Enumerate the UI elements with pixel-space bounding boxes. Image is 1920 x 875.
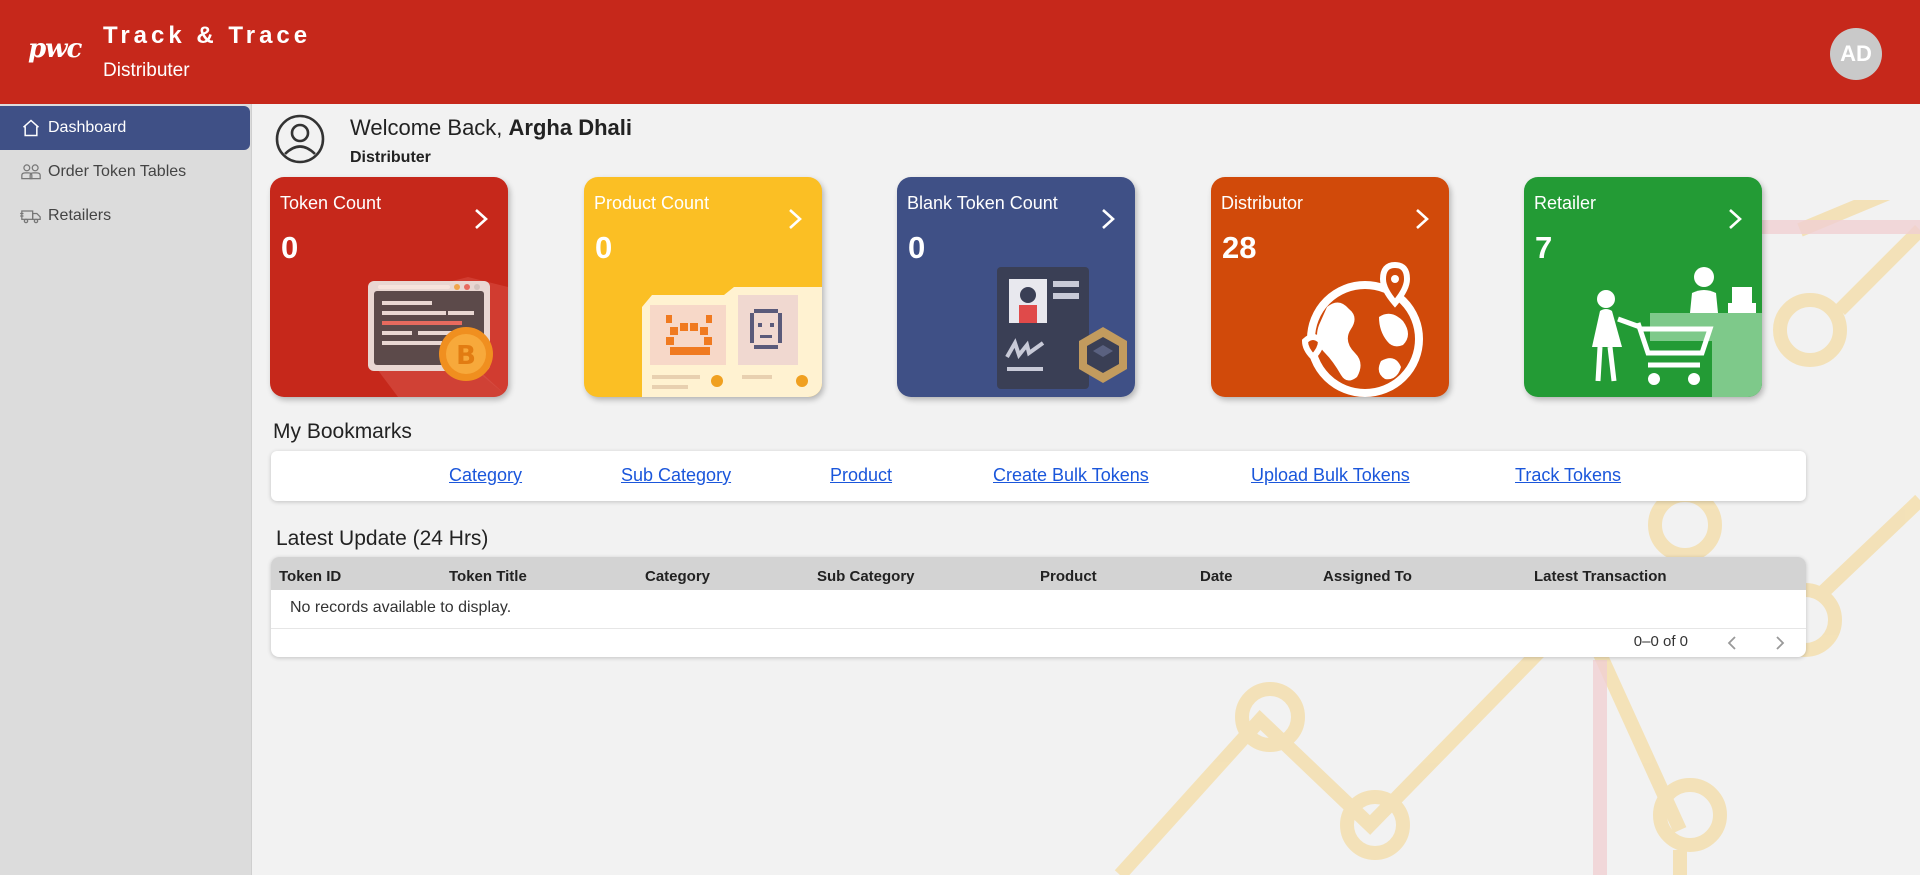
- card-value: 28: [1222, 230, 1257, 265]
- blank-token-count-card[interactable]: Blank Token Count 0: [897, 177, 1135, 397]
- welcome-prefix: Welcome Back,: [350, 115, 509, 140]
- chevron-right-icon[interactable]: [1726, 207, 1744, 231]
- users-icon: [20, 161, 42, 183]
- top-header: pwc Track & Trace Distributer AD: [0, 0, 1920, 104]
- card-title: Distributor: [1221, 193, 1304, 213]
- card-title: Token Count: [280, 193, 382, 213]
- column-header-assigned-to[interactable]: Assigned To: [1323, 568, 1412, 585]
- card-value: 0: [595, 230, 613, 265]
- card-title: Retailer: [1534, 193, 1597, 213]
- product-count-card[interactable]: Product Count 0: [584, 177, 822, 397]
- chevron-right-icon[interactable]: [472, 207, 490, 231]
- sidebar: Dashboard Order Token Tables Retailers: [0, 104, 252, 875]
- chevron-right-icon: [1776, 636, 1785, 650]
- distributor-card[interactable]: Distributor 28: [1211, 177, 1449, 397]
- bookmark-sub-category-link[interactable]: Sub Category: [621, 465, 731, 486]
- chevron-right-icon[interactable]: [1413, 207, 1431, 231]
- chevron-left-icon: [1727, 636, 1736, 650]
- bookmark-track-tokens-link[interactable]: Track Tokens: [1515, 465, 1621, 486]
- pagination-info: 0–0 of 0: [1633, 633, 1688, 650]
- id-card-token-icon: [997, 267, 1127, 389]
- bookmark-create-bulk-tokens-link[interactable]: Create Bulk Tokens: [993, 465, 1149, 486]
- token-count-card[interactable]: Token Count 0 B: [270, 177, 508, 397]
- card-title: Product Count: [594, 193, 710, 213]
- bookmark-product-link[interactable]: Product: [830, 465, 892, 486]
- pwc-logo: pwc: [28, 34, 82, 64]
- sidebar-item-label: Order Token Tables: [48, 163, 187, 180]
- column-header-token-title[interactable]: Token Title: [449, 568, 527, 585]
- app-title: Track & Trace: [103, 22, 312, 49]
- app-subtitle: Distributer: [103, 60, 190, 81]
- sidebar-item-retailers[interactable]: Retailers: [0, 194, 250, 238]
- latest-update-title: Latest Update (24 Hrs): [276, 527, 489, 550]
- column-header-date[interactable]: Date: [1200, 568, 1233, 585]
- column-header-sub-category[interactable]: Sub Category: [817, 568, 915, 585]
- retailer-card[interactable]: Retailer 7: [1524, 177, 1762, 397]
- card-title: Blank Token Count: [907, 193, 1058, 213]
- sidebar-item-label: Retailers: [48, 207, 112, 224]
- bitcoin-browser-icon: B: [368, 277, 508, 397]
- card-value: 7: [1535, 230, 1553, 265]
- table-header: Token ID Token Title Category Sub Catego…: [271, 557, 1806, 590]
- column-header-token-id[interactable]: Token ID: [279, 568, 341, 585]
- welcome-role: Distributer: [350, 149, 431, 166]
- welcome-message: Welcome Back, Argha Dhali: [350, 115, 632, 141]
- sidebar-item-dashboard[interactable]: Dashboard: [0, 106, 250, 150]
- shop-cart-icon: [1592, 267, 1762, 397]
- user-avatar[interactable]: AD: [1830, 28, 1882, 80]
- next-page-button[interactable]: [1770, 633, 1790, 653]
- previous-page-button[interactable]: [1722, 633, 1742, 653]
- card-value: 0: [281, 230, 299, 265]
- sidebar-item-label: Dashboard: [48, 119, 127, 136]
- row-divider: [271, 628, 1806, 629]
- welcome-user-name: Argha Dhali: [508, 115, 633, 140]
- bookmarks-title: My Bookmarks: [273, 420, 412, 443]
- svg-text:B: B: [456, 341, 476, 371]
- bookmarks-bar: Category Sub Category Product Create Bul…: [271, 451, 1806, 501]
- column-header-latest-transaction[interactable]: Latest Transaction: [1534, 568, 1667, 585]
- column-header-product[interactable]: Product: [1040, 568, 1097, 585]
- latest-update-table: Token ID Token Title Category Sub Catego…: [271, 557, 1806, 657]
- user-profile-icon: [275, 114, 325, 164]
- card-value: 0: [908, 230, 926, 265]
- globe-location-icon: [1301, 261, 1423, 397]
- home-icon: [20, 117, 42, 139]
- bookmark-upload-bulk-tokens-link[interactable]: Upload Bulk Tokens: [1251, 465, 1410, 486]
- empty-table-message: No records available to display.: [290, 599, 512, 616]
- product-folder-icon: [642, 287, 822, 397]
- bookmark-category-link[interactable]: Category: [449, 465, 522, 486]
- sidebar-item-order-token-tables[interactable]: Order Token Tables: [0, 150, 250, 194]
- truck-icon: [20, 205, 42, 227]
- chevron-right-icon[interactable]: [1099, 207, 1117, 231]
- chevron-right-icon[interactable]: [786, 207, 804, 231]
- column-header-category[interactable]: Category: [645, 568, 710, 585]
